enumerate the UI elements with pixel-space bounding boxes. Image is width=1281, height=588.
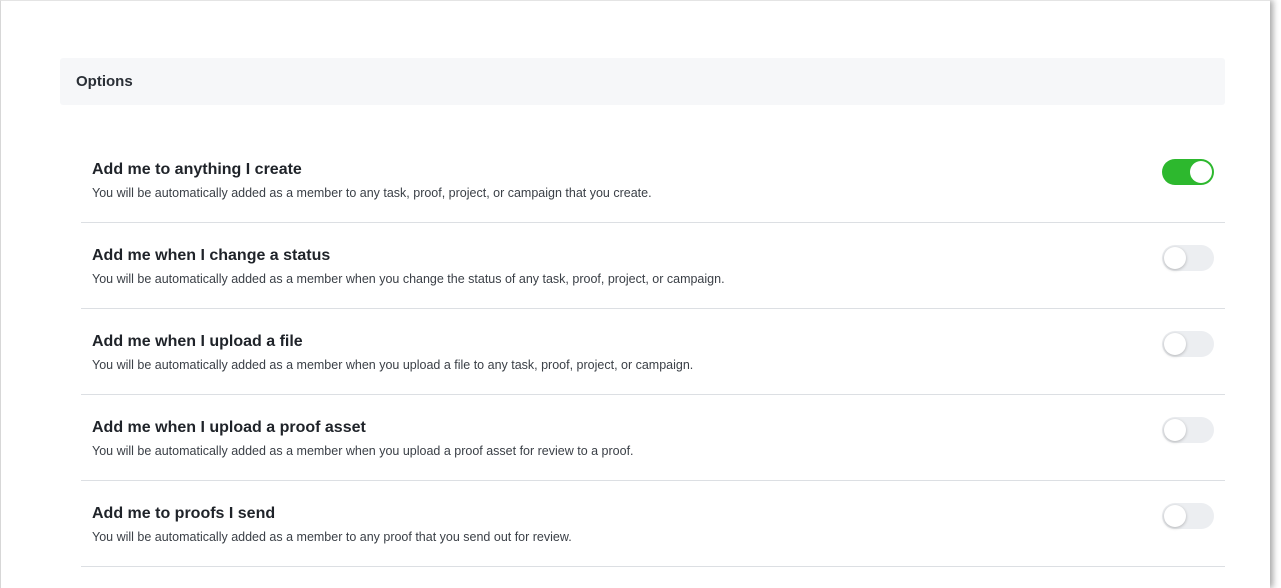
option-add-to-created: Add me to anything I create You will be …	[81, 137, 1225, 223]
option-description: You will be automatically added as a mem…	[92, 186, 652, 200]
option-title: Add me when I upload a proof asset	[92, 419, 366, 436]
toggle-knob	[1164, 333, 1186, 355]
toggle-switch[interactable]	[1162, 159, 1214, 185]
options-list: Add me to anything I create You will be …	[81, 137, 1225, 567]
toggle-knob	[1164, 505, 1186, 527]
option-title: Add me when I upload a file	[92, 333, 303, 350]
option-description: You will be automatically added as a mem…	[92, 444, 634, 458]
option-add-on-proof-asset-upload: Add me when I upload a proof asset You w…	[81, 395, 1225, 481]
toggle-switch[interactable]	[1162, 417, 1214, 443]
toggle-knob	[1190, 161, 1212, 183]
option-description: You will be automatically added as a mem…	[92, 272, 725, 286]
toggle-knob	[1164, 419, 1186, 441]
option-description: You will be automatically added as a mem…	[92, 358, 694, 372]
option-add-to-sent-proofs: Add me to proofs I send You will be auto…	[81, 481, 1225, 567]
option-title: Add me when I change a status	[92, 247, 331, 264]
toggle-knob	[1164, 247, 1186, 269]
option-title: Add me to anything I create	[92, 161, 302, 178]
settings-panel: Options Add me to anything I create You …	[0, 0, 1270, 588]
toggle-switch[interactable]	[1162, 245, 1214, 271]
option-add-on-file-upload: Add me when I upload a file You will be …	[81, 309, 1225, 395]
toggle-switch[interactable]	[1162, 331, 1214, 357]
option-add-on-status-change: Add me when I change a status You will b…	[81, 223, 1225, 309]
option-description: You will be automatically added as a mem…	[92, 530, 572, 544]
options-section-header: Options	[60, 58, 1225, 105]
option-title: Add me to proofs I send	[92, 505, 276, 522]
toggle-switch[interactable]	[1162, 503, 1214, 529]
section-title: Options	[76, 73, 133, 90]
